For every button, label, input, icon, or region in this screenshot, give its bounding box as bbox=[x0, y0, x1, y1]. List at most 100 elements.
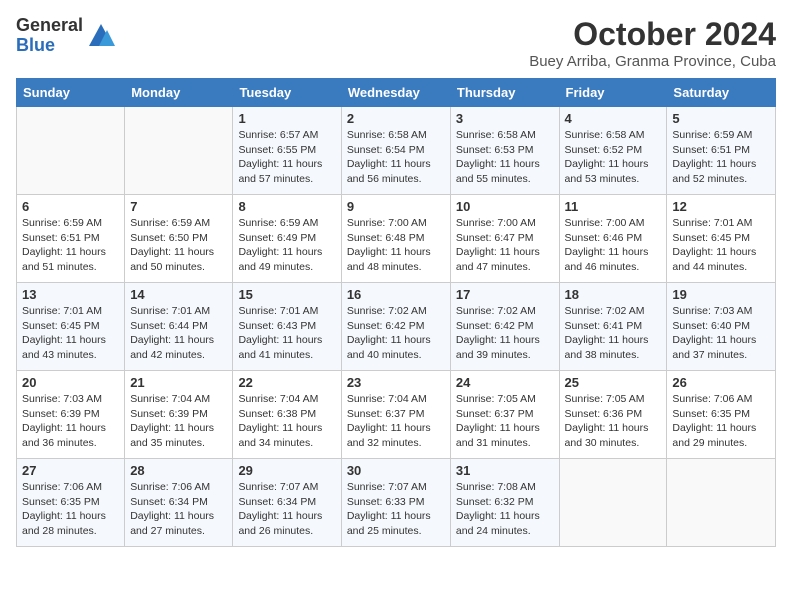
logo-general-text: General bbox=[16, 16, 83, 36]
day-number: 13 bbox=[22, 287, 119, 302]
day-info: Sunrise: 6:58 AMSunset: 6:54 PMDaylight:… bbox=[347, 128, 445, 187]
calendar-cell: 29Sunrise: 7:07 AMSunset: 6:34 PMDayligh… bbox=[233, 459, 341, 547]
day-number: 14 bbox=[130, 287, 227, 302]
calendar-cell: 17 Sunrise: 7:02 AMSunset: 6:42 PMDayligh… bbox=[450, 283, 559, 371]
day-info: Sunrise: 7:00 AMSunset: 6:48 PMDaylight:… bbox=[347, 216, 445, 275]
day-info: Sunrise: 6:58 AMSunset: 6:52 PMDaylight:… bbox=[565, 128, 662, 187]
day-info: Sunrise: 7:01 AMSunset: 6:45 PMDaylight:… bbox=[672, 216, 770, 275]
day-info: Sunrise: 7:00 AMSunset: 6:46 PMDaylight:… bbox=[565, 216, 662, 275]
day-number: 27 bbox=[22, 463, 119, 478]
day-info: Sunrise: 7:05 AMSunset: 6:36 PMDaylight:… bbox=[565, 392, 662, 451]
day-number: 21 bbox=[130, 375, 227, 390]
day-number: 23 bbox=[347, 375, 445, 390]
month-title: October 2024 bbox=[529, 16, 776, 53]
day-number: 9 bbox=[347, 199, 445, 214]
calendar-cell: 28 Sunrise: 7:06 AMSunset: 6:34 PMDayligh… bbox=[125, 459, 233, 547]
weekday-row: SundayMondayTuesdayWednesdayThursdayFrid… bbox=[17, 79, 776, 107]
calendar-cell bbox=[17, 107, 125, 195]
weekday-header-monday: Monday bbox=[125, 79, 233, 107]
calendar-cell: 19Sunrise: 7:03 AMSunset: 6:40 PMDayligh… bbox=[667, 283, 776, 371]
calendar-cell: 15Sunrise: 7:01 AMSunset: 6:43 PMDayligh… bbox=[233, 283, 341, 371]
calendar-cell: 16 Sunrise: 7:02 AMSunset: 6:42 PMDayligh… bbox=[341, 283, 450, 371]
day-info: Sunrise: 7:04 AMSunset: 6:37 PMDaylight:… bbox=[347, 392, 445, 451]
day-info: Sunrise: 7:08 AMSunset: 6:32 PMDaylight:… bbox=[456, 480, 554, 539]
calendar-cell: 13Sunrise: 7:01 AMSunset: 6:45 PMDayligh… bbox=[17, 283, 125, 371]
day-number: 24 bbox=[456, 375, 554, 390]
day-number: 6 bbox=[22, 199, 119, 214]
day-number: 15 bbox=[238, 287, 335, 302]
calendar-cell: 31 Sunrise: 7:08 AMSunset: 6:32 PMDayligh… bbox=[450, 459, 559, 547]
day-info: Sunrise: 7:06 AMSunset: 6:35 PMDaylight:… bbox=[672, 392, 770, 451]
day-number: 19 bbox=[672, 287, 770, 302]
day-number: 5 bbox=[672, 111, 770, 126]
day-info: Sunrise: 7:02 AMSunset: 6:42 PMDaylight:… bbox=[347, 304, 445, 363]
calendar-cell bbox=[125, 107, 233, 195]
logo: General Blue bbox=[16, 16, 115, 56]
weekday-header-friday: Friday bbox=[559, 79, 667, 107]
day-number: 20 bbox=[22, 375, 119, 390]
logo-blue-text: Blue bbox=[16, 36, 83, 56]
calendar-week-2: 6Sunrise: 6:59 AMSunset: 6:51 PMDaylight… bbox=[17, 195, 776, 283]
day-info: Sunrise: 6:59 AMSunset: 6:49 PMDaylight:… bbox=[238, 216, 335, 275]
calendar-cell: 10Sunrise: 7:00 AMSunset: 6:47 PMDayligh… bbox=[450, 195, 559, 283]
day-number: 8 bbox=[238, 199, 335, 214]
day-number: 18 bbox=[565, 287, 662, 302]
calendar-cell: 5Sunrise: 6:59 AMSunset: 6:51 PMDaylight… bbox=[667, 107, 776, 195]
weekday-header-thursday: Thursday bbox=[450, 79, 559, 107]
weekday-header-wednesday: Wednesday bbox=[341, 79, 450, 107]
day-number: 11 bbox=[565, 199, 662, 214]
day-info: Sunrise: 7:06 AMSunset: 6:35 PMDaylight:… bbox=[22, 480, 119, 539]
calendar-cell: 1Sunrise: 6:57 AMSunset: 6:55 PMDaylight… bbox=[233, 107, 341, 195]
day-info: Sunrise: 7:04 AMSunset: 6:38 PMDaylight:… bbox=[238, 392, 335, 451]
calendar-cell: 23 Sunrise: 7:04 AMSunset: 6:37 PMDayligh… bbox=[341, 371, 450, 459]
day-info: Sunrise: 7:03 AMSunset: 6:39 PMDaylight:… bbox=[22, 392, 119, 451]
calendar-cell: 7Sunrise: 6:59 AMSunset: 6:50 PMDaylight… bbox=[125, 195, 233, 283]
calendar-header: SundayMondayTuesdayWednesdayThursdayFrid… bbox=[17, 79, 776, 107]
calendar-table: SundayMondayTuesdayWednesdayThursdayFrid… bbox=[16, 78, 776, 547]
day-number: 31 bbox=[456, 463, 554, 478]
day-info: Sunrise: 7:02 AMSunset: 6:41 PMDaylight:… bbox=[565, 304, 662, 363]
calendar-cell: 24 Sunrise: 7:05 AMSunset: 6:37 PMDayligh… bbox=[450, 371, 559, 459]
day-info: Sunrise: 6:59 AMSunset: 6:50 PMDaylight:… bbox=[130, 216, 227, 275]
day-number: 26 bbox=[672, 375, 770, 390]
calendar-cell bbox=[559, 459, 667, 547]
calendar-cell: 21 Sunrise: 7:04 AMSunset: 6:39 PMDayligh… bbox=[125, 371, 233, 459]
day-number: 30 bbox=[347, 463, 445, 478]
day-number: 3 bbox=[456, 111, 554, 126]
day-number: 16 bbox=[347, 287, 445, 302]
day-info: Sunrise: 7:06 AMSunset: 6:34 PMDaylight:… bbox=[130, 480, 227, 539]
day-number: 28 bbox=[130, 463, 227, 478]
calendar-cell: 22 Sunrise: 7:04 AMSunset: 6:38 PMDayligh… bbox=[233, 371, 341, 459]
weekday-header-saturday: Saturday bbox=[667, 79, 776, 107]
calendar-week-5: 27 Sunrise: 7:06 AMSunset: 6:35 PMDayligh… bbox=[17, 459, 776, 547]
calendar-week-4: 20 Sunrise: 7:03 AMSunset: 6:39 PMDayligh… bbox=[17, 371, 776, 459]
day-info: Sunrise: 7:02 AMSunset: 6:42 PMDaylight:… bbox=[456, 304, 554, 363]
logo-icon bbox=[87, 22, 115, 50]
day-number: 17 bbox=[456, 287, 554, 302]
day-number: 25 bbox=[565, 375, 662, 390]
day-info: Sunrise: 6:58 AMSunset: 6:53 PMDaylight:… bbox=[456, 128, 554, 187]
title-block: October 2024 Buey Arriba, Granma Provinc… bbox=[529, 16, 776, 70]
calendar-cell: 18 Sunrise: 7:02 AMSunset: 6:41 PMDayligh… bbox=[559, 283, 667, 371]
weekday-header-sunday: Sunday bbox=[17, 79, 125, 107]
calendar-cell: 9 Sunrise: 7:00 AMSunset: 6:48 PMDaylight… bbox=[341, 195, 450, 283]
calendar-cell: 20 Sunrise: 7:03 AMSunset: 6:39 PMDayligh… bbox=[17, 371, 125, 459]
calendar-cell: 12Sunrise: 7:01 AMSunset: 6:45 PMDayligh… bbox=[667, 195, 776, 283]
day-info: Sunrise: 6:57 AMSunset: 6:55 PMDaylight:… bbox=[238, 128, 335, 187]
day-info: Sunrise: 7:07 AMSunset: 6:33 PMDaylight:… bbox=[347, 480, 445, 539]
day-number: 2 bbox=[347, 111, 445, 126]
day-info: Sunrise: 7:05 AMSunset: 6:37 PMDaylight:… bbox=[456, 392, 554, 451]
day-info: Sunrise: 7:04 AMSunset: 6:39 PMDaylight:… bbox=[130, 392, 227, 451]
page-header: General Blue October 2024 Buey Arriba, G… bbox=[16, 16, 776, 70]
calendar-cell: 3 Sunrise: 6:58 AMSunset: 6:53 PMDaylight… bbox=[450, 107, 559, 195]
weekday-header-tuesday: Tuesday bbox=[233, 79, 341, 107]
day-number: 29 bbox=[238, 463, 335, 478]
calendar-cell: 27 Sunrise: 7:06 AMSunset: 6:35 PMDayligh… bbox=[17, 459, 125, 547]
day-info: Sunrise: 7:00 AMSunset: 6:47 PMDaylight:… bbox=[456, 216, 554, 275]
day-number: 22 bbox=[238, 375, 335, 390]
calendar-cell: 6Sunrise: 6:59 AMSunset: 6:51 PMDaylight… bbox=[17, 195, 125, 283]
day-number: 4 bbox=[565, 111, 662, 126]
calendar-cell: 25 Sunrise: 7:05 AMSunset: 6:36 PMDayligh… bbox=[559, 371, 667, 459]
calendar-cell: 30 Sunrise: 7:07 AMSunset: 6:33 PMDayligh… bbox=[341, 459, 450, 547]
calendar-cell: 26 Sunrise: 7:06 AMSunset: 6:35 PMDayligh… bbox=[667, 371, 776, 459]
